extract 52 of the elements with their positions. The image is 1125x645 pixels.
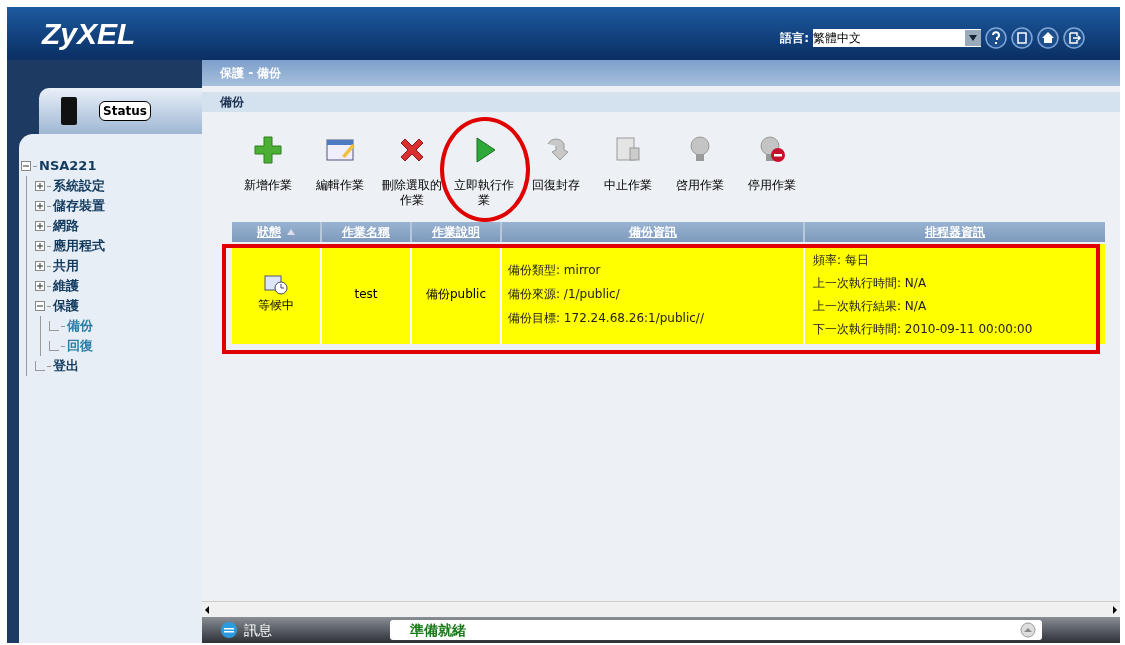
toolbar-button[interactable]: 新增作業 (232, 134, 304, 193)
logout-icon[interactable] (1063, 26, 1085, 49)
toolbar-button[interactable]: 停用作業 (736, 134, 808, 193)
language-label: 語言: (780, 29, 809, 47)
backup-info-line: 備份類型: mirror (508, 262, 602, 279)
scheduler-info-line: 上一次執行結果: N/A (813, 297, 928, 315)
backup-info-line: 備份目標: 172.24.68.26:1/public// (508, 310, 705, 327)
expand-icon[interactable] (35, 241, 45, 251)
toolbar-button[interactable]: 回復封存 (520, 134, 592, 193)
tree-item[interactable]: 保護 (53, 296, 79, 316)
tree-item[interactable]: 登出 (53, 356, 79, 376)
toolbar-button[interactable]: 啓用作業 (664, 134, 736, 193)
logo: ZyXEL (42, 16, 136, 52)
expand-icon[interactable] (35, 261, 45, 271)
status-label: 訊息 (244, 620, 273, 640)
toolbar-button[interactable]: 立即執行作業 (448, 134, 520, 208)
expand-icon[interactable] (35, 281, 45, 291)
tree-item[interactable]: 共用 (53, 256, 79, 276)
tree-item[interactable]: 維護 (53, 276, 79, 296)
expand-icon[interactable] (35, 201, 45, 211)
expand-icon[interactable] (35, 181, 45, 191)
backup-info-line: 備份來源: /1/public/ (508, 286, 621, 303)
tree-item[interactable]: NSA221 (39, 156, 97, 176)
help-icon[interactable] (985, 26, 1007, 49)
toolbar-button[interactable]: 刪除選取的作業 (376, 134, 448, 208)
scheduler-info-line: 上一次執行時間: N/A (813, 274, 928, 292)
collapse-icon[interactable] (35, 301, 45, 311)
calendar-clock-icon (263, 274, 289, 296)
home-icon[interactable] (1037, 26, 1059, 49)
expand-up-icon[interactable] (1020, 622, 1036, 638)
breadcrumb-bar: 保護 - 備份 (202, 60, 1120, 86)
tree-item[interactable]: 網路 (53, 216, 79, 236)
message-icon (220, 621, 238, 639)
scheduler-info-line: 下一次執行時間: 2010-09-11 00:00:00 (813, 320, 1034, 338)
plus-icon (252, 134, 284, 166)
status-message-field: 準備就緒 (390, 620, 1042, 640)
scheduler-info-line: 頻率: 每日 (813, 251, 870, 269)
language-select[interactable]: 繁體中文 (813, 28, 981, 47)
tree-item[interactable]: 系統設定 (53, 176, 105, 196)
tree-item[interactable]: 應用程式 (53, 236, 105, 256)
document-icon[interactable] (1011, 26, 1033, 49)
toolbar-button[interactable]: 編輯作業 (304, 134, 376, 193)
device-icon (59, 96, 79, 126)
collapse-icon[interactable] (21, 161, 31, 171)
tree-item[interactable]: 備份 (67, 316, 93, 336)
status-tab[interactable]: Status (39, 88, 202, 134)
tree-item[interactable]: 儲存裝置 (53, 196, 105, 216)
expand-icon[interactable] (35, 221, 45, 231)
sort-up-icon (287, 229, 295, 235)
tree-item[interactable]: 回復 (67, 336, 93, 356)
section-title-bar: 備份 (202, 92, 1120, 112)
toolbar-button[interactable]: 中止作業 (592, 134, 664, 193)
